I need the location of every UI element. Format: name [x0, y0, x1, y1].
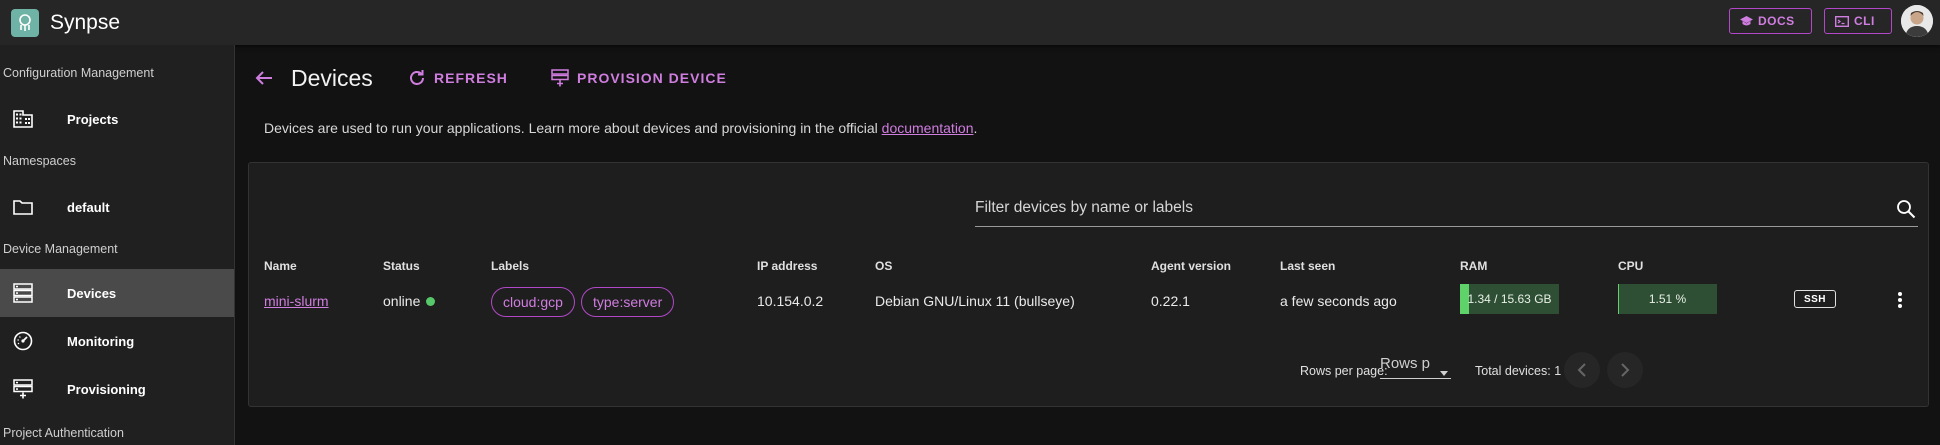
total-devices: Total devices: 1: [1475, 364, 1562, 378]
more-vert-icon[interactable]: [1897, 291, 1903, 314]
provision-icon: [551, 69, 569, 87]
synpse-logo-icon[interactable]: [11, 8, 39, 37]
device-last-seen: a few seconds ago: [1280, 293, 1397, 309]
search-placeholder: Filter devices by name or labels: [975, 199, 1193, 216]
folder-icon: [12, 196, 34, 218]
documentation-link[interactable]: documentation: [882, 120, 974, 136]
rows-per-page-value: Rows p: [1380, 355, 1431, 372]
previous-page-button[interactable]: [1564, 352, 1600, 388]
provision-device-label: PROVISION DEVICE: [577, 70, 727, 86]
column-header-name[interactable]: Name: [264, 259, 297, 273]
column-header-labels[interactable]: Labels: [491, 259, 529, 273]
school-icon: [1740, 15, 1753, 25]
docs-button[interactable]: DOCS: [1729, 8, 1812, 34]
building-icon: [12, 108, 34, 130]
refresh-button[interactable]: REFRESH: [408, 69, 508, 87]
column-header-last-seen[interactable]: Last seen: [1280, 259, 1335, 273]
column-header-status[interactable]: Status: [383, 259, 420, 273]
section-heading-namespaces: Namespaces: [3, 154, 76, 168]
column-header-ip-address[interactable]: IP address: [757, 259, 817, 273]
status-text: online: [383, 293, 421, 309]
device-status: online: [383, 293, 436, 309]
refresh-label: REFRESH: [434, 70, 508, 86]
device-agent-version: 0.22.1: [1151, 293, 1190, 309]
devices-table-card: Filter devices by name or labels Name St…: [248, 162, 1929, 407]
terminal-icon: [1835, 15, 1849, 27]
main-content: Devices REFRESH PROVISION DEVICE Devices…: [235, 45, 1940, 445]
chevron-left-icon: [1577, 363, 1586, 377]
sidebar-item-default[interactable]: default: [0, 183, 234, 231]
device-name-link[interactable]: mini-slurm: [264, 293, 329, 309]
cpu-usage-bar: 1.51 %: [1618, 284, 1717, 314]
provision-icon: [12, 378, 34, 400]
search-icon[interactable]: [1896, 199, 1916, 224]
column-header-ram[interactable]: RAM: [1460, 259, 1487, 273]
sidebar-item-label: Devices: [67, 285, 117, 301]
sidebar-item-projects[interactable]: Projects: [0, 95, 234, 143]
ram-usage-bar: 1.34 / 15.63 GB: [1460, 284, 1559, 314]
intro-tail: .: [973, 120, 978, 136]
rows-per-page-select[interactable]: Rows p: [1380, 355, 1451, 379]
column-header-agent-version[interactable]: Agent version: [1151, 259, 1231, 273]
cli-label: CLI: [1854, 14, 1875, 28]
back-arrow-icon[interactable]: [253, 67, 275, 89]
sidebar-item-label: Monitoring: [67, 333, 135, 349]
intro-body: Devices are used to run your application…: [264, 120, 882, 136]
column-header-os[interactable]: OS: [875, 259, 892, 273]
cpu-usage-text: 1.51 %: [1648, 292, 1687, 306]
dropdown-arrow-icon: [1440, 363, 1448, 380]
gauge-icon: [12, 330, 34, 352]
chevron-right-icon: [1621, 363, 1630, 377]
sidebar-item-label: Provisioning: [67, 381, 146, 397]
sidebar-item-monitoring[interactable]: Monitoring: [0, 317, 234, 365]
label-chip[interactable]: cloud:gcp: [491, 287, 575, 317]
sidebar-item-devices[interactable]: Devices: [0, 269, 234, 317]
provision-device-button[interactable]: PROVISION DEVICE: [551, 69, 727, 87]
sidebar-item-provisioning[interactable]: Provisioning: [0, 365, 234, 413]
device-ip: 10.154.0.2: [757, 293, 824, 309]
intro-text: Devices are used to run your application…: [264, 120, 977, 136]
server-icon: [12, 282, 34, 304]
app-bar: Synpse DOCS CLI: [0, 0, 1940, 45]
section-heading-device-management: Device Management: [3, 242, 118, 256]
ram-usage-text: 1.34 / 15.63 GB: [1467, 292, 1552, 306]
device-os: Debian GNU/Linux 11 (bullseye): [875, 293, 1075, 309]
filter-devices-input[interactable]: Filter devices by name or labels: [975, 193, 1918, 227]
user-avatar[interactable]: [1901, 5, 1933, 37]
sidebar: Configuration Management Projects Namesp…: [0, 45, 235, 445]
cli-button[interactable]: CLI: [1824, 8, 1892, 34]
next-page-button[interactable]: [1607, 352, 1643, 388]
sidebar-item-label: default: [67, 199, 110, 215]
ssh-button[interactable]: SSH: [1794, 290, 1836, 308]
online-status-dot: [426, 297, 436, 306]
column-header-cpu[interactable]: CPU: [1618, 259, 1643, 273]
app-title[interactable]: Synpse: [50, 11, 120, 35]
rows-per-page-label: Rows per page:: [1300, 364, 1388, 378]
label-chip[interactable]: type:server: [581, 287, 675, 317]
page-title: Devices: [291, 65, 373, 91]
docs-label: DOCS: [1758, 14, 1795, 28]
section-heading-project-authentication: Project Authentication: [3, 426, 124, 440]
sidebar-item-label: Projects: [67, 111, 119, 127]
section-heading-configuration: Configuration Management: [3, 66, 154, 80]
refresh-icon: [410, 70, 424, 85]
